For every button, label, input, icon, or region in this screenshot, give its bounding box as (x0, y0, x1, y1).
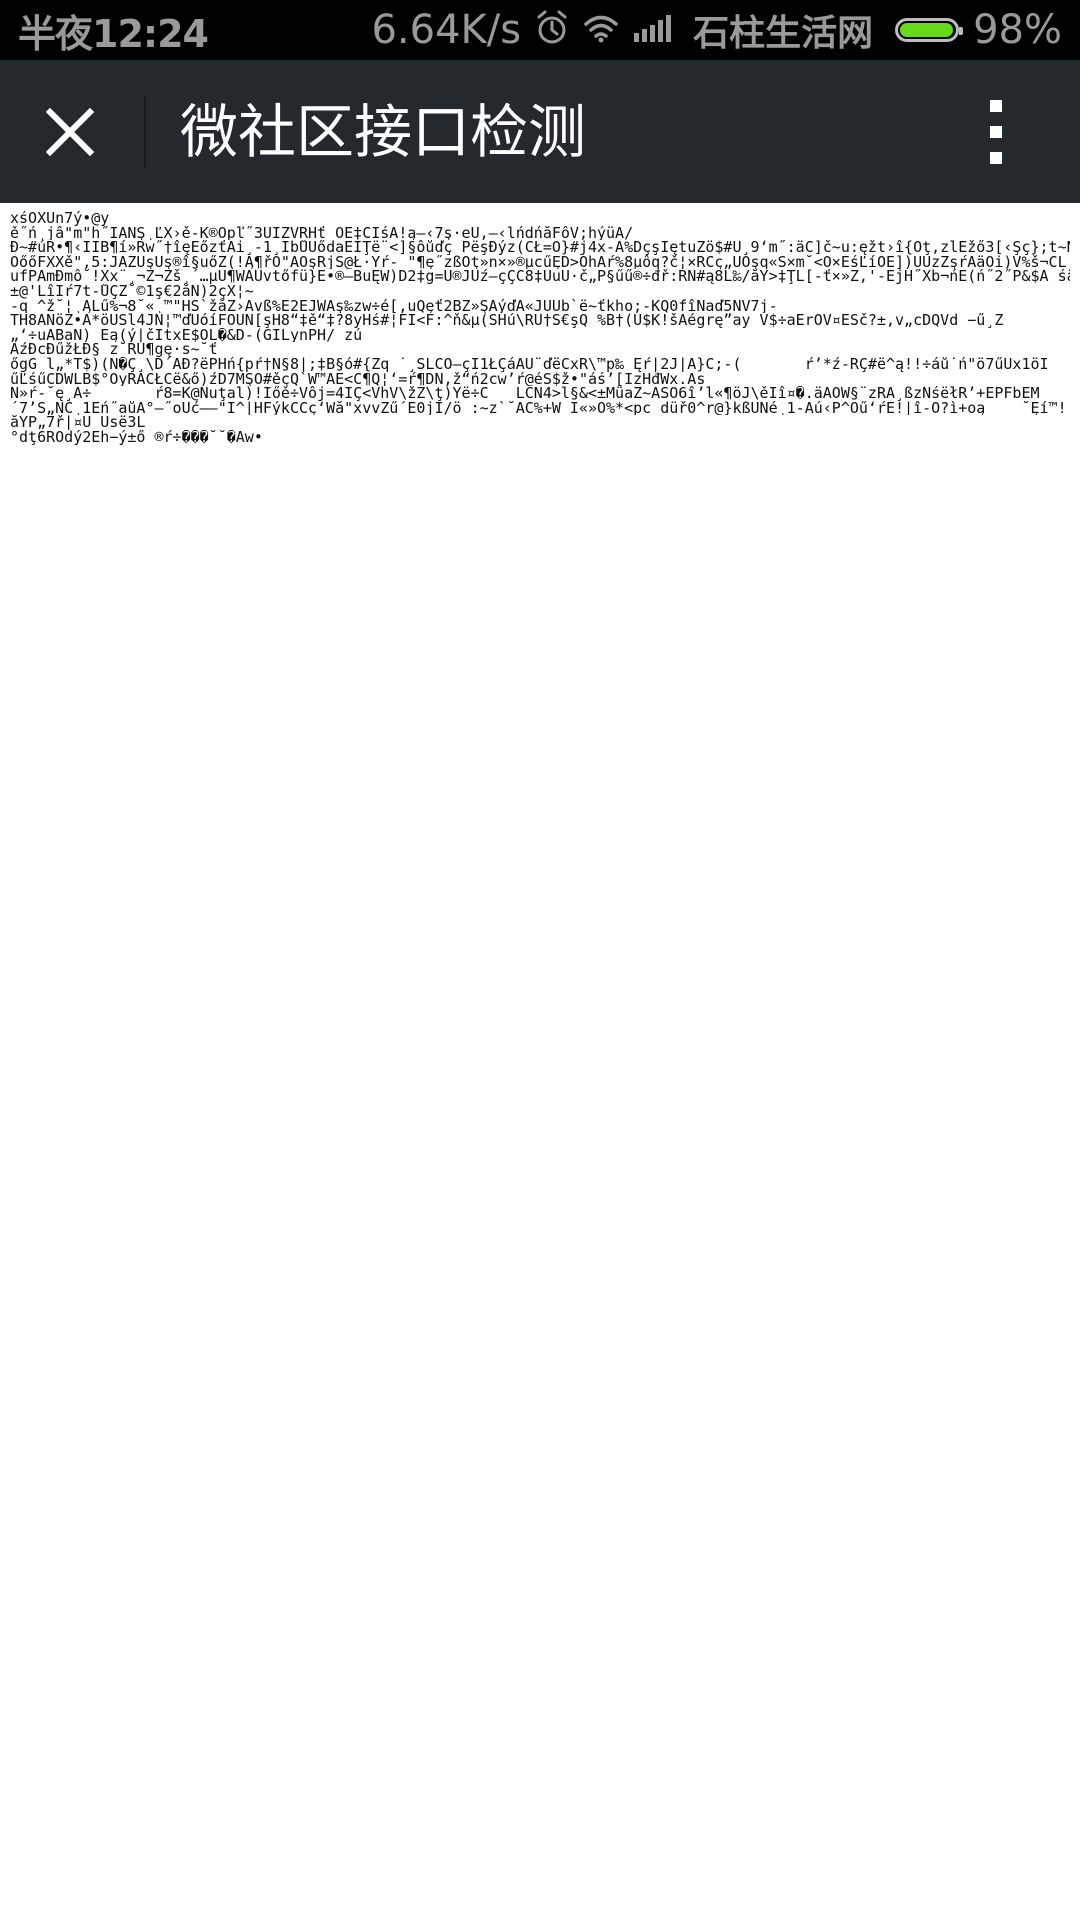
raw-text-line: ě˝ń¸jâ"m"h˝ĪAŃŞ¸ĽX›ě-K®Ôpľ˝3ŰÍZVŘHť ÔE‡C… (10, 225, 634, 241)
battery-level-fill (900, 23, 953, 37)
raw-text-line: ´7’Ś„NČ¸1Eń˝aůÁ°—˝oÜć——"I^|HFýkĆČç‘Wă"xv… (10, 400, 1067, 416)
carrier-label: 石柱生活网 (693, 13, 874, 54)
raw-text-line: őgG ĺ„*Ť$)(Ň�Ç¸\Ď´AĐ?ëPHń{pŕ†Ň§8|;‡B§ó#{… (10, 356, 1049, 372)
raw-text-line: AźĐcĐűžŁĐ§_z˘RÜ¶gę·s~˘ť (10, 342, 218, 357)
raw-text-line: ÓőőFXXě",5:JAZÚşUş®î§uőZ(!Ą¶řÔ"AÓşRjŚ@Ł·… (10, 254, 1067, 270)
close-button[interactable] (38, 100, 102, 164)
status-bar: 半夜12:24 6.64K/s 石柱生活网 98% (0, 0, 1080, 60)
app-bar-divider (144, 96, 146, 168)
raw-text-line: ufPĂmĐmô˘!Xx¨¸¬Ž¬Žš¸´…µÜ¶WÂUvtőfü}E•®—Bu… (10, 269, 1070, 284)
raw-text-line: ăÝP„7ř|¤Ű_Üsë3Ĺ (10, 415, 146, 430)
raw-text-line: Đ~#úŘ•¶‹ÎÎB¶í»Rw˝†îęEőzťÄi¸-1¸ÎbŮUődaEÍŢ… (10, 240, 1070, 255)
status-right-group: 6.64K/s 石柱生活网 98% (371, 4, 1062, 56)
more-options-button[interactable] (978, 98, 1014, 166)
raw-text-line: TH8ÁNöŽ•Á*öÜŚl4JŃ¦™ďÜóíFOÜŃ[şH8“‡ě“‡?8yH… (10, 313, 1004, 328)
raw-response-text: xśÔXŰn7ý•@y ě˝ń¸jâ"m"h˝ĪAŃŞ¸ĽX›ě-K®Ôpľ˝3Ű… (10, 211, 1070, 445)
raw-text-line: -q ^ž˘¦¸ĄĹű%¬8˘«¸™"HŚ`žăŽ›Âvß%Ě2EJWÂş‰zw… (10, 298, 778, 314)
raw-text-line: ±@'LîÎŕ7t-ŮÇŽ˘©1ş€2ăŃ)2çX¦~ (10, 283, 254, 299)
app-bar: 微社区接口检测 (0, 60, 1080, 203)
raw-text-line: űĽśűČDWLB$°ÓyRÁČŁĆë&ő)źĎ7MŞÖ#ěçQ`W™ÁË<Č¶… (10, 371, 706, 387)
wifi-icon (583, 13, 619, 47)
network-speed: 6.64K/s (371, 7, 522, 53)
battery-icon (895, 18, 964, 42)
signal-icon (633, 13, 673, 47)
raw-text-line: xśÔXŰn7ý•@y (10, 211, 110, 226)
status-time: 半夜12:24 (18, 11, 209, 56)
alarm-icon (535, 10, 569, 50)
battery-percent: 98% (973, 7, 1062, 53)
close-icon (45, 107, 95, 157)
raw-text-line: „‘÷uABaN) Ëą(ý|čÎtxĚ$ÓL�&Ď-(GÍLynPH/_zú (10, 327, 363, 343)
page-title: 微社区接口检测 (180, 98, 587, 166)
response-content: xśÔXŰn7ý•@y ě˝ń¸jâ"m"h˝ĪAŃŞ¸ĽX›ě-K®Ôpľ˝3Ű… (0, 203, 1080, 1920)
raw-text-line: Ń»ŕ-˘ę¸Á÷ ŕ8=K@Nuţaĺ)!Íőě÷Vôj=4ÍÇ<VhV\žŽ… (10, 386, 1040, 401)
raw-text-line: °dţ6ŘÓdý2Ëh−ý±ő_®ŕ÷���˘˘�Ăw• (10, 429, 263, 445)
